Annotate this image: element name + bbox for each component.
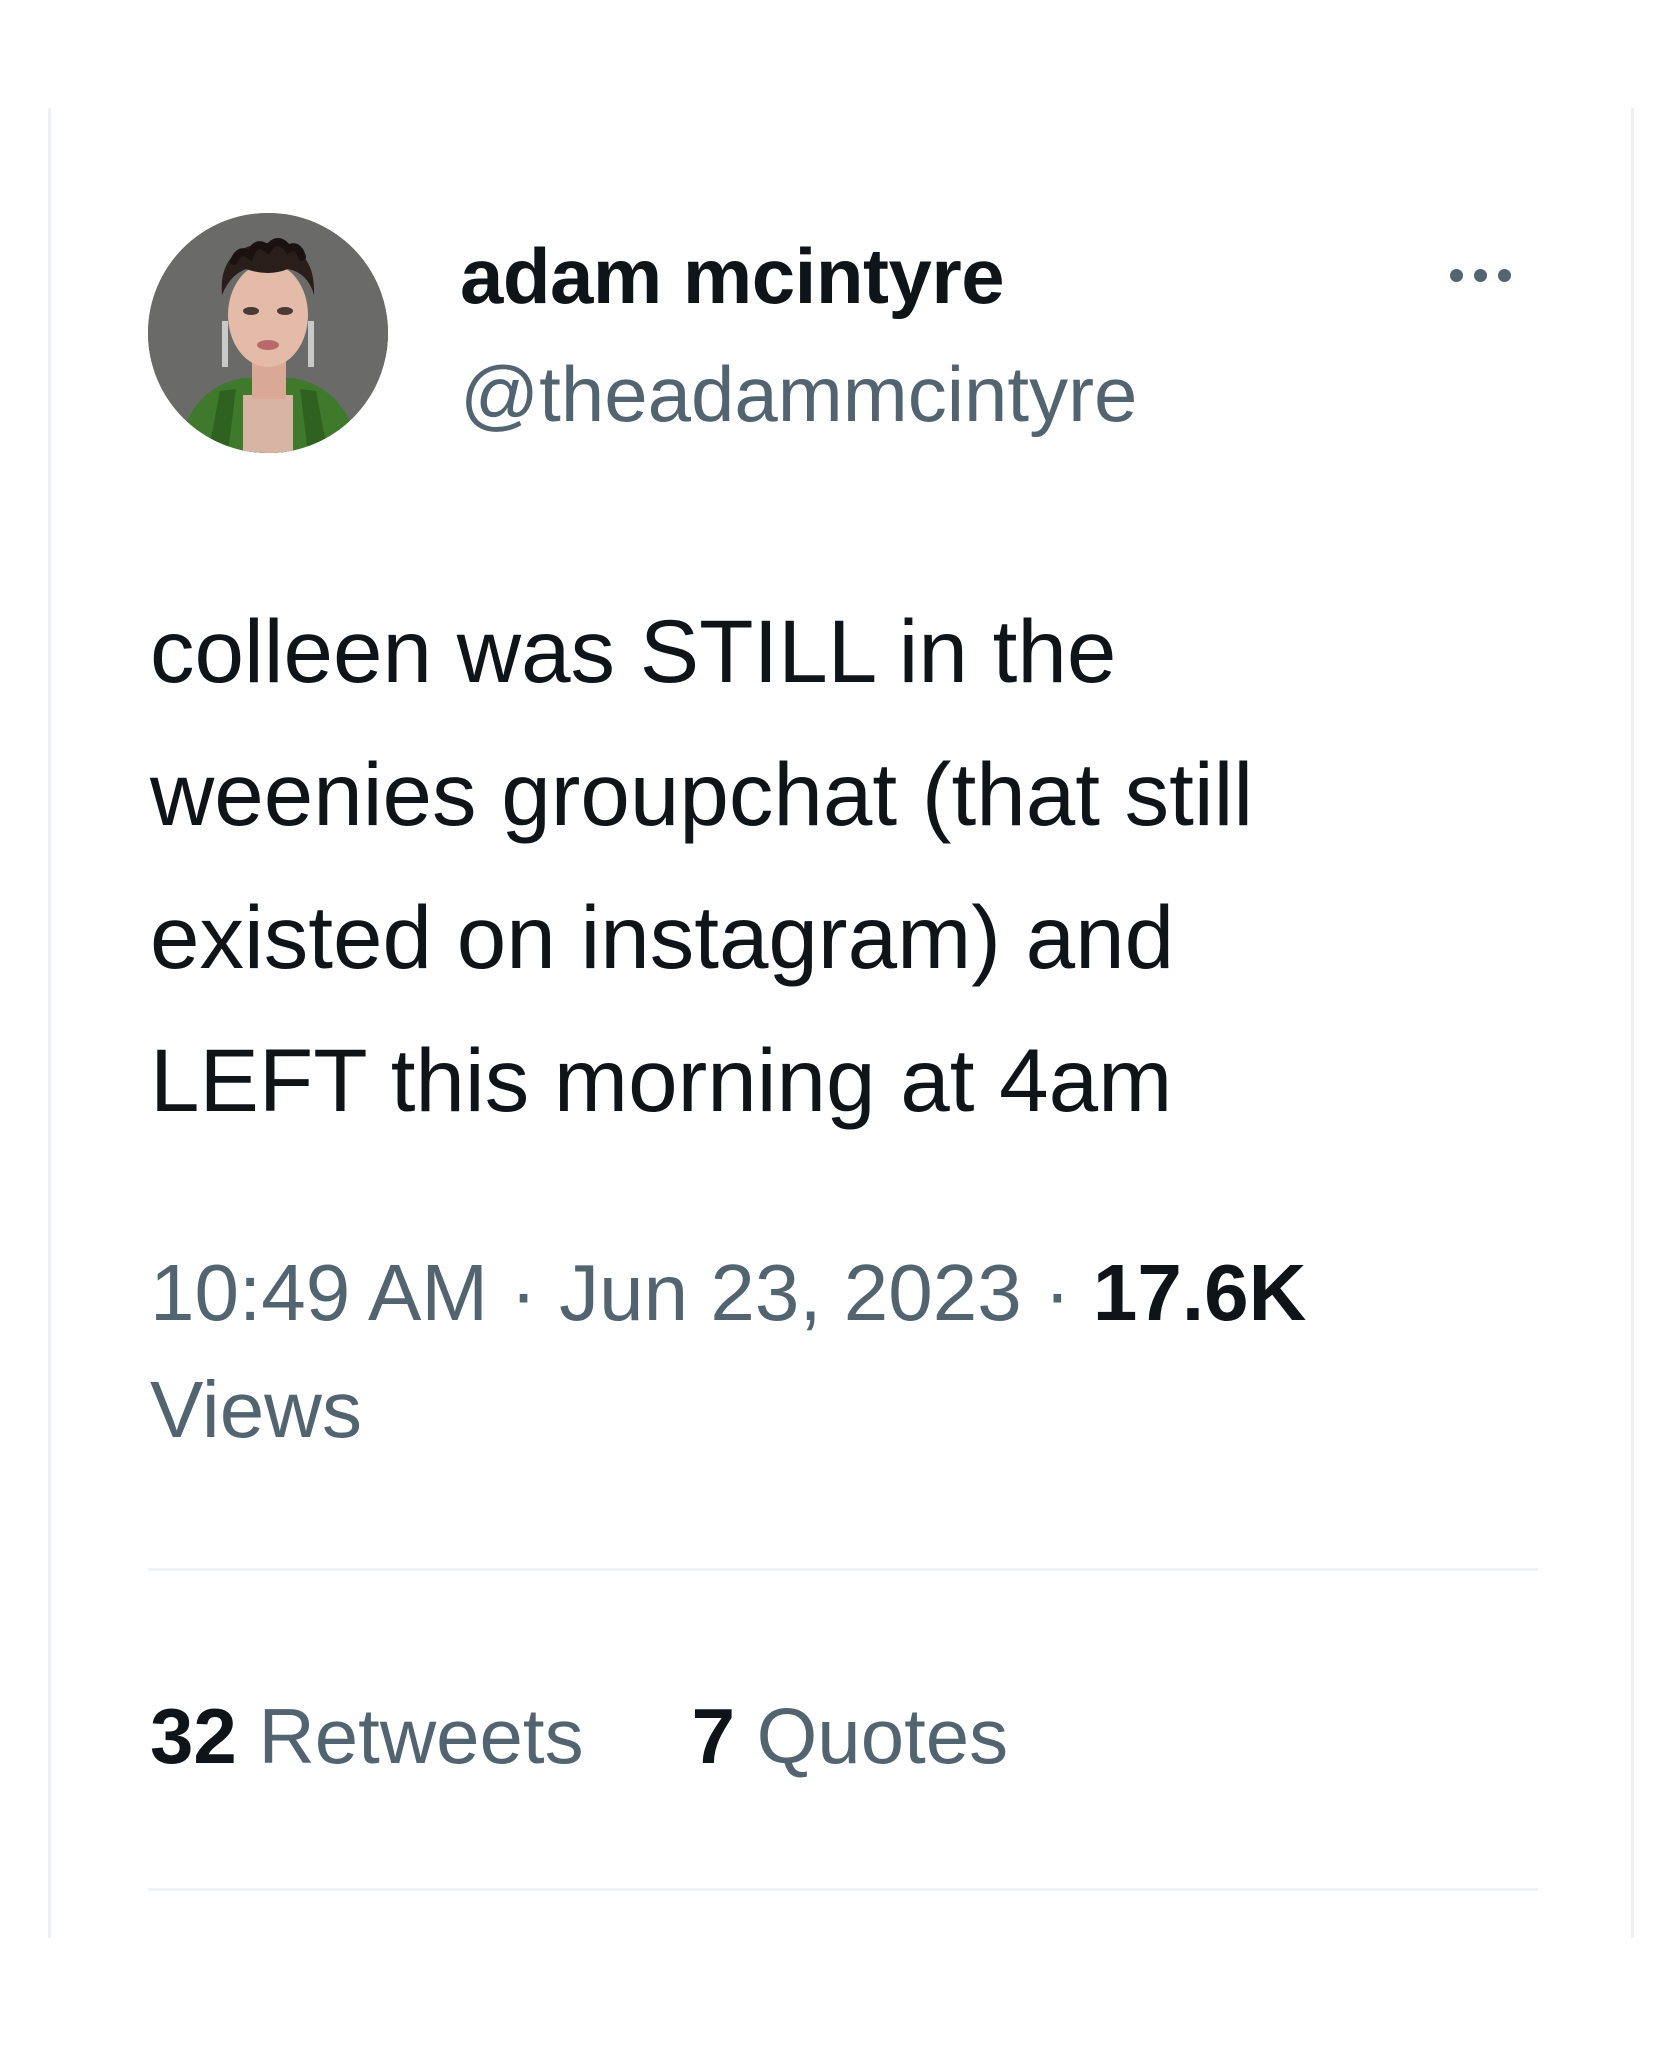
quotes-count: 7 [691, 1692, 735, 1780]
avatar-image [148, 213, 388, 453]
avatar[interactable] [148, 213, 388, 453]
display-name[interactable]: adam mcintyre [460, 232, 1005, 320]
divider [148, 1888, 1538, 1891]
tweet-time[interactable]: 10:49 AM [150, 1248, 488, 1337]
user-handle[interactable]: @theadammcintyre [460, 350, 1137, 438]
separator: · [510, 1248, 537, 1337]
card-border-left [48, 108, 51, 1938]
ellipsis-icon [1449, 268, 1463, 282]
tweet-date[interactable]: Jun 23, 2023 [559, 1248, 1022, 1337]
retweets-count: 32 [150, 1692, 237, 1780]
views-label: Views [150, 1365, 362, 1454]
retweets-stat[interactable]: 32 Retweets [150, 1688, 584, 1784]
quotes-stat[interactable]: 7 Quotes [692, 1688, 1009, 1784]
tweet-metadata: 10:49 AM · Jun 23, 2023 · 17.6K [150, 1245, 1306, 1341]
views-count: 17.6K [1092, 1248, 1307, 1337]
engagement-stats: 32 Retweets 7 Quotes [150, 1688, 1008, 1784]
quotes-label: Quotes [756, 1692, 1009, 1780]
card-border-right [1631, 108, 1634, 1938]
divider [148, 1568, 1538, 1571]
more-options-button[interactable] [1420, 240, 1540, 310]
ellipsis-icon-dot [1473, 268, 1487, 282]
separator: · [1043, 1248, 1071, 1337]
retweets-label: Retweets [258, 1692, 584, 1780]
tweet-text: colleen was STILL in the weenies groupch… [150, 601, 1254, 1130]
ellipsis-icon-dot [1497, 268, 1511, 282]
